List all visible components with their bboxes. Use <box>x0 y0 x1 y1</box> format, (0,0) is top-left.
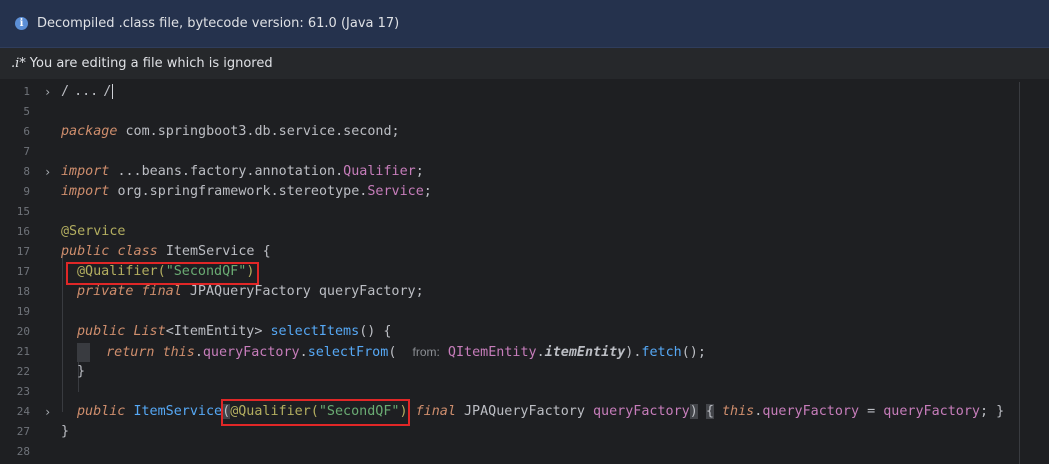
qualifier-highlight-box <box>66 262 259 285</box>
collapsed-comment-end: / <box>103 84 112 99</box>
ignored-file-banner: .i* You are editing a file which is igno… <box>0 48 1049 79</box>
line-number: 8 <box>23 165 30 178</box>
code-line-15: @Service <box>61 224 126 239</box>
indent-guide <box>62 252 63 412</box>
code-line-6: package com.springboot3.db.service.secon… <box>61 124 400 139</box>
line-number: 23 <box>16 385 30 398</box>
code-line-9: import org.springframework.stereotype.Se… <box>61 184 432 199</box>
text-cursor <box>112 83 114 99</box>
line-number: 27 <box>16 425 30 438</box>
info-icon: i <box>15 17 28 30</box>
expand-fold-icon[interactable]: › <box>44 82 54 102</box>
ignored-file-icon: .i* <box>11 56 26 71</box>
line-number: 24 <box>16 405 30 418</box>
code-line-8: import ...beans.factory.annotation.Quali… <box>61 164 424 179</box>
line-number: 20 <box>16 325 30 338</box>
expand-fold-icon[interactable]: › <box>44 402 54 422</box>
indent-marker <box>77 342 90 362</box>
parameter-hint: from: <box>412 345 440 359</box>
code-editor[interactable]: 1 5 6 7 8 9 15 16 17 18 19 20 21 22 23 2… <box>0 82 1049 464</box>
code-line-16: public class ItemService { <box>61 244 271 259</box>
gutter: 1 5 6 7 8 9 15 16 17 18 19 20 21 22 23 2… <box>0 82 58 464</box>
decompiled-banner: i Decompiled .class file, bytecode versi… <box>0 0 1049 48</box>
code-line-21: return this.queryFactory.selectFrom( fro… <box>77 342 706 362</box>
line-number: 9 <box>23 185 30 198</box>
constructor-qualifier-highlight-box <box>221 399 410 426</box>
line-number: 22 <box>16 365 30 378</box>
line-number: 19 <box>16 305 30 318</box>
line-number: 5 <box>23 105 30 118</box>
collapsed-dots: ... <box>74 84 99 99</box>
code-line-27: } <box>61 424 70 439</box>
collapsed-comment-start: / <box>61 84 70 99</box>
expand-fold-icon[interactable]: › <box>44 162 54 182</box>
line-number: 16 <box>16 225 30 238</box>
line-number: 21 <box>16 345 30 358</box>
code-line-24: public ItemService(@Qualifier("SecondQF"… <box>77 404 1005 419</box>
line-number: 1 <box>23 85 30 98</box>
decompiled-banner-text: Decompiled .class file, bytecode version… <box>37 16 400 31</box>
code-line-22: } <box>77 364 86 379</box>
ignored-banner-text: You are editing a file which is ignored <box>29 56 273 71</box>
line-number: 17 <box>16 265 30 278</box>
line-number: 7 <box>23 145 30 158</box>
line-number: 28 <box>16 445 30 458</box>
line-number: 15 <box>16 205 30 218</box>
line-number: 18 <box>16 285 30 298</box>
line-number: 6 <box>23 125 30 138</box>
code-line-1: /... / <box>61 82 114 102</box>
code-line-18: private final JPAQueryFactory queryFacto… <box>77 284 424 299</box>
right-margin-guide <box>1019 82 1020 464</box>
code-line-20: public List<ItemEntity> selectItems() { <box>77 324 392 339</box>
line-number: 17 <box>16 245 30 258</box>
